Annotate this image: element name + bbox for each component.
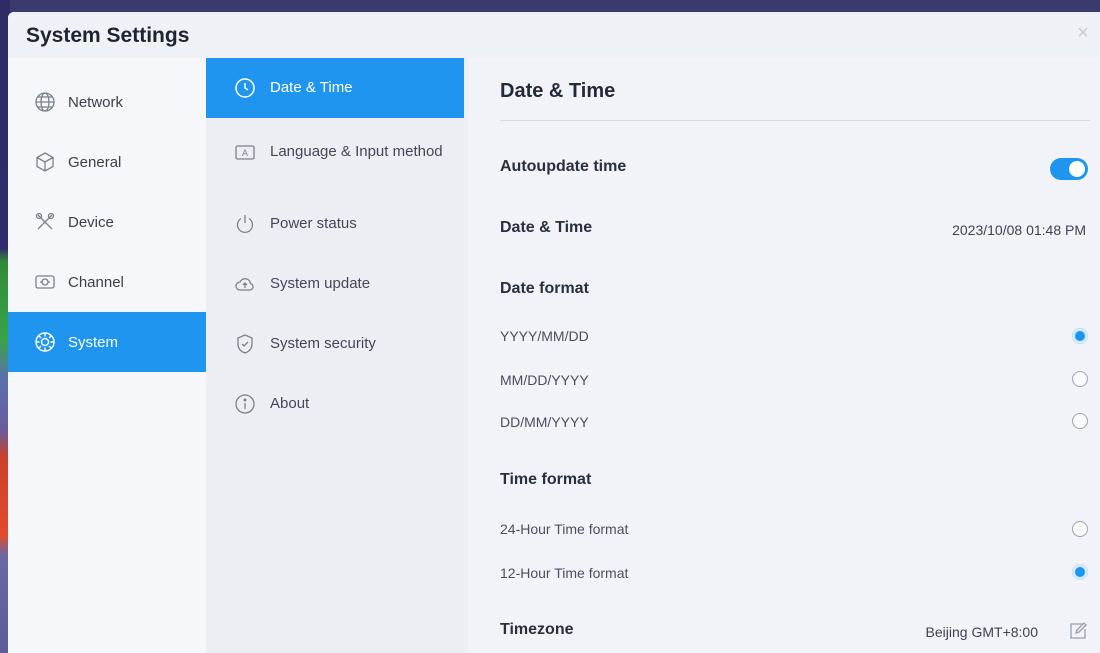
autoupdate-toggle[interactable] [1050,158,1088,180]
datetime-value[interactable]: 2023/10/08 01:48 PM [952,222,1086,238]
cloud-upload-icon [234,273,256,295]
power-icon [234,213,256,235]
keyboard-icon: A [234,141,256,163]
date-format-option-label[interactable]: MM/DD/YYYY [500,372,589,388]
sidebar-item-label: System [68,333,119,351]
edit-icon[interactable] [1068,621,1088,641]
datetime-label: Date & Time [500,219,593,236]
shield-icon [234,333,256,355]
input-port-icon [34,271,56,293]
sidebar-item-channel[interactable]: Channel [8,252,206,312]
sidebar-item-device[interactable]: Device [8,192,206,252]
time-format-option-label[interactable]: 24-Hour Time format [500,521,628,537]
submenu-item-label: System security [270,335,376,352]
submenu-item-system-security[interactable]: System security [206,314,468,374]
sidebar-item-network[interactable]: Network [8,72,206,132]
panel-title: Date & Time [500,80,616,102]
submenu-item-label: System update [270,275,371,292]
time-format-radio-12h[interactable] [1072,564,1088,580]
divider [500,120,1090,121]
submenu-item-about[interactable]: About [206,374,468,434]
time-format-option-label[interactable]: 12-Hour Time format [500,565,628,581]
cube-icon [34,151,56,173]
timezone-value[interactable]: Beijing GMT+8:00 [926,624,1038,640]
tools-icon [34,211,56,233]
date-format-option-label[interactable]: DD/MM/YYYY [500,414,589,430]
category-sidebar: Network General Device Channel System [8,58,206,653]
date-format-radio-mm-dd-yyyy[interactable] [1072,371,1088,387]
sidebar-item-general[interactable]: General [8,132,206,192]
submenu-column: Date & Time A Language & Input method Po… [206,58,468,653]
sidebar-item-label: Device [68,213,114,231]
sidebar-item-label: Network [68,93,124,111]
info-icon [234,393,256,415]
time-format-heading: Time format [500,471,592,488]
sidebar-item-label: General [68,153,122,171]
submenu-item-power-status[interactable]: Power status [206,194,468,254]
submenu-item-label: About [270,395,310,412]
autoupdate-label: Autoupdate time [500,158,627,175]
system-gear-icon [34,331,56,353]
settings-window: System Settings × Network General Device… [8,12,1100,653]
time-format-radio-24h[interactable] [1072,521,1088,537]
submenu-item-language[interactable]: A Language & Input method [206,122,468,182]
window-title: System Settings [26,24,190,47]
submenu-item-label: Date & Time [270,79,353,96]
sidebar-item-system[interactable]: System [8,312,206,372]
date-format-radio-dd-mm-yyyy[interactable] [1072,413,1088,429]
submenu-item-label: Power status [270,215,357,232]
date-time-panel: Date & Time Autoupdate time Date & Time … [468,58,1100,653]
title-bar: System Settings × [8,12,1100,58]
timezone-label: Timezone [500,621,574,638]
date-format-option-label[interactable]: YYYY/MM/DD [500,328,589,344]
submenu-item-system-update[interactable]: System update [206,254,468,314]
date-format-radio-yyyy-mm-dd[interactable] [1072,328,1088,344]
clock-icon [234,77,256,99]
date-format-heading: Date format [500,280,589,297]
submenu-item-date-time[interactable]: Date & Time [206,58,464,118]
svg-text:A: A [242,149,249,159]
sidebar-item-label: Channel [68,273,124,291]
globe-icon [34,91,56,113]
submenu-item-label: Language & Input method [270,143,443,160]
close-icon[interactable]: × [1072,22,1094,44]
